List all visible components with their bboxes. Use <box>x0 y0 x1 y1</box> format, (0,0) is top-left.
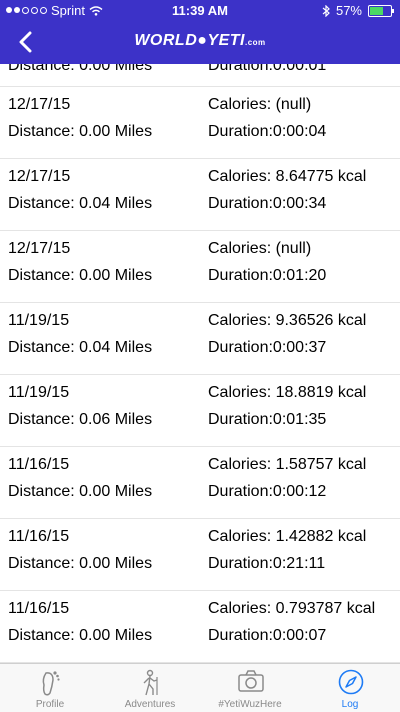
entry-date: 11/19/15 <box>8 312 70 329</box>
entry-date: 11/19/15 <box>8 384 70 401</box>
logo-text-2: YETI <box>207 32 245 49</box>
compass-icon <box>338 669 364 695</box>
entry-distance: Distance: 0.00 Miles <box>8 555 153 572</box>
tab-yetiwuzhere[interactable]: #YetiWuzHere <box>200 664 300 712</box>
log-entry[interactable]: 11/16/15 Calories: 0.793787 kcal Distanc… <box>0 591 400 663</box>
entry-distance: Distance: 0.06 Miles <box>8 411 153 428</box>
nav-bar: WORLD●YETI.com <box>0 20 400 64</box>
entry-duration: Duration:0:00:07 <box>208 627 327 644</box>
tab-bar: Profile Adventures #YetiWuzHere Log <box>0 663 400 712</box>
entry-duration: Duration:0:21:11 <box>208 555 326 572</box>
logo-suffix: .com <box>245 38 266 47</box>
entry-date: 12/17/15 <box>8 168 71 185</box>
status-bar: Sprint 11:39 AM 57% <box>0 0 400 20</box>
entry-calories: Calories: 0.793787 kcal <box>208 600 376 617</box>
entry-distance: Distance: 0.00 Miles <box>8 64 153 74</box>
entry-distance: Distance: 0.00 Miles <box>8 267 153 284</box>
entry-duration: Duration:0:00:34 <box>208 195 327 212</box>
footprint-icon <box>42 671 60 696</box>
entry-date: 11/16/15 <box>8 456 70 473</box>
entry-distance: Distance: 0.04 Miles <box>8 339 153 356</box>
bluetooth-icon <box>322 4 330 17</box>
entry-date: 12/17/15 <box>8 96 71 113</box>
entry-calories: Calories: 18.8819 kcal <box>208 384 367 401</box>
entry-date: 11/16/15 <box>8 528 70 545</box>
entry-duration: Duration:0:01:35 <box>208 411 327 428</box>
battery-percent: 57% <box>335 3 362 18</box>
entry-date: 12/17/15 <box>8 240 71 257</box>
log-list[interactable]: Distance: 0.00 Miles Duration:0:00:01 12… <box>0 64 400 663</box>
log-entry[interactable]: 12/17/15 Calories: 8.64775 kcal Distance… <box>0 159 400 231</box>
log-entry[interactable]: 12/17/15 Calories: (null) Distance: 0.00… <box>0 87 400 159</box>
entry-calories: Calories: (null) <box>208 96 312 113</box>
entry-date: 11/16/15 <box>8 600 70 617</box>
entry-duration: Duration:0:00:01 <box>208 64 327 74</box>
entry-distance: Distance: 0.00 Miles <box>8 483 153 500</box>
log-entry[interactable]: 11/19/15 Calories: 9.36526 kcal Distance… <box>0 303 400 375</box>
entry-distance: Distance: 0.00 Miles <box>8 627 153 644</box>
entry-duration: Duration:0:01:20 <box>208 267 327 284</box>
tab-label: Adventures <box>124 699 176 710</box>
entry-calories: Calories: 1.58757 kcal <box>208 456 367 473</box>
logo-text: WORLD <box>134 32 198 49</box>
yeti-face-icon: ● <box>197 32 208 49</box>
battery-icon <box>368 4 394 17</box>
app-logo: WORLD●YETI.com <box>0 32 400 50</box>
log-entry[interactable]: 11/16/15 Calories: 1.58757 kcal Distance… <box>0 447 400 519</box>
entry-distance: Distance: 0.00 Miles <box>8 123 153 140</box>
entry-duration: Duration:0:00:37 <box>208 339 327 356</box>
log-entry[interactable]: 11/16/15 Calories: 1.42882 kcal Distance… <box>0 519 400 591</box>
status-right: 57% <box>322 3 394 18</box>
tab-log[interactable]: Log <box>300 664 400 712</box>
entry-calories: Calories: (null) <box>208 240 312 257</box>
camera-icon <box>238 670 264 692</box>
tab-label: #YetiWuzHere <box>218 699 282 710</box>
log-entry[interactable]: 12/17/15 Calories: (null) Distance: 0.00… <box>0 231 400 303</box>
entry-duration: Duration:0:00:04 <box>208 123 327 140</box>
entry-calories: Calories: 9.36526 kcal <box>208 312 367 329</box>
tab-profile[interactable]: Profile <box>0 664 100 712</box>
entry-distance: Distance: 0.04 Miles <box>8 195 153 212</box>
entry-calories: Calories: 1.42882 kcal <box>208 528 367 545</box>
entry-duration: Duration:0:00:12 <box>208 483 327 500</box>
entry-calories: Calories: 8.64775 kcal <box>208 168 367 185</box>
tab-label: Profile <box>35 699 65 710</box>
log-entry-partial[interactable]: Distance: 0.00 Miles Duration:0:00:01 <box>0 64 400 87</box>
hiker-icon <box>143 669 158 696</box>
tab-adventures[interactable]: Adventures <box>100 664 200 712</box>
tab-label: Log <box>341 699 359 710</box>
log-entry[interactable]: 11/19/15 Calories: 18.8819 kcal Distance… <box>0 375 400 447</box>
